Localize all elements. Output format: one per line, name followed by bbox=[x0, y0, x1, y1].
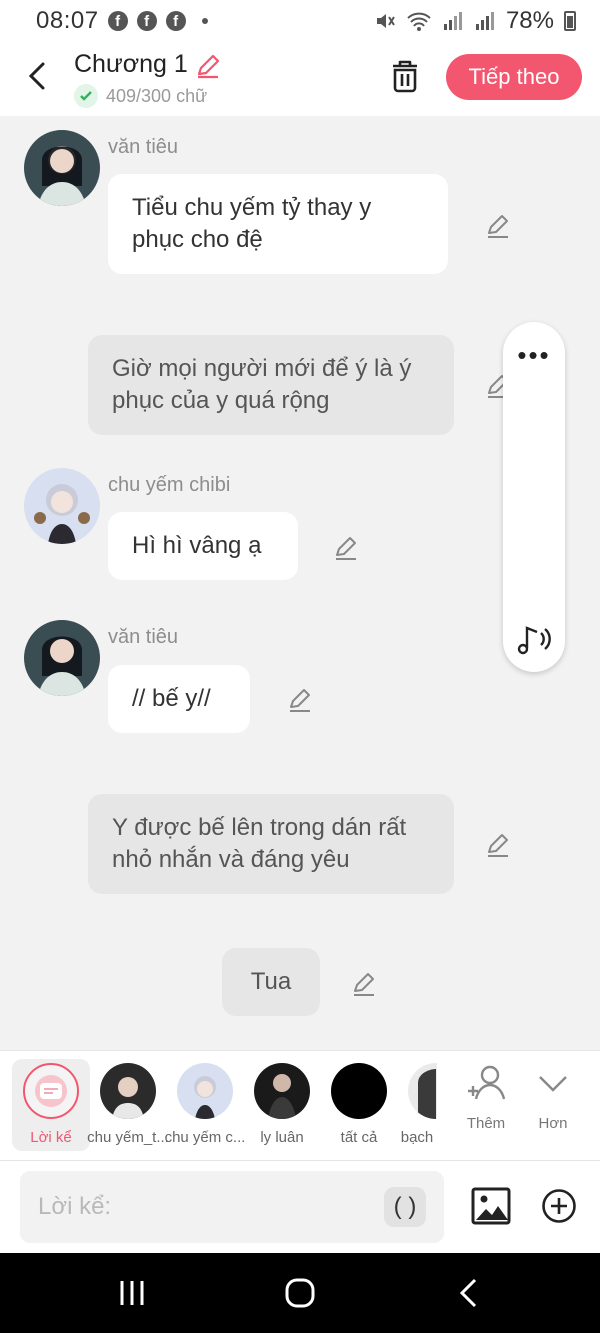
floating-toolbar: ••• bbox=[503, 322, 565, 672]
edit-title-icon[interactable] bbox=[194, 52, 222, 80]
speaker-name: văn tiêu bbox=[108, 626, 179, 648]
signal-icon bbox=[443, 12, 462, 30]
input-bar: ( ) bbox=[0, 1160, 600, 1253]
character-avatar bbox=[177, 1063, 233, 1119]
status-bar: 08:07 f f f 78% bbox=[0, 0, 600, 42]
avatar[interactable] bbox=[24, 620, 100, 696]
header: Chương 1 409/300 chữ Tiếp theo bbox=[0, 42, 600, 116]
recent-apps-button[interactable] bbox=[112, 1275, 152, 1311]
narration-bubble[interactable]: Giờ mọi người mới để ý là ý phục của y q… bbox=[88, 335, 454, 435]
mute-icon bbox=[376, 14, 395, 28]
dialogue-bubble[interactable]: Tiểu chu yếm tỷ thay y phục cho đệ bbox=[108, 174, 448, 274]
facebook-icon: f bbox=[107, 11, 128, 31]
more-label: Hơn bbox=[538, 1115, 568, 1132]
character-avatar bbox=[254, 1063, 310, 1119]
notification-dot-icon bbox=[201, 18, 208, 24]
system-nav-bar bbox=[0, 1253, 600, 1333]
character-avatar bbox=[100, 1063, 156, 1119]
back-arrow-icon bbox=[28, 62, 45, 90]
avatar[interactable] bbox=[24, 130, 100, 206]
parentheses-button[interactable]: ( ) bbox=[384, 1187, 426, 1227]
home-icon bbox=[285, 1278, 315, 1308]
character-label: bạch bbox=[400, 1129, 434, 1146]
add-label: Thêm bbox=[466, 1115, 506, 1132]
narration-bubble[interactable]: Tua bbox=[222, 948, 320, 1016]
character-narration[interactable]: Lời kể bbox=[12, 1059, 90, 1151]
home-button[interactable] bbox=[280, 1275, 320, 1311]
battery-icon bbox=[564, 11, 576, 31]
speaker-name: văn tiêu bbox=[108, 136, 179, 158]
back-button[interactable] bbox=[22, 56, 52, 96]
battery-level: 78% bbox=[505, 7, 554, 34]
character-item[interactable]: chu yếm c... bbox=[165, 1051, 245, 1161]
check-icon bbox=[74, 84, 98, 108]
word-count-row: 409/300 chữ bbox=[74, 84, 207, 108]
status-time: 08:07 bbox=[36, 7, 99, 34]
character-avatar bbox=[408, 1063, 437, 1119]
edit-icon[interactable] bbox=[286, 686, 314, 714]
image-icon[interactable] bbox=[471, 1187, 511, 1225]
dialogue-bubble[interactable]: // bế y// bbox=[108, 665, 250, 733]
character-label: tất cả bbox=[340, 1129, 378, 1146]
character-avatar bbox=[331, 1063, 387, 1119]
facebook-icon: f bbox=[136, 11, 157, 31]
narration-icon bbox=[23, 1063, 79, 1119]
next-button[interactable]: Tiếp theo bbox=[446, 54, 582, 100]
word-count: 409/300 chữ bbox=[106, 85, 208, 106]
character-item[interactable]: bạch bbox=[397, 1051, 437, 1161]
edit-icon[interactable] bbox=[484, 831, 512, 859]
music-icon[interactable] bbox=[515, 622, 555, 656]
trash-icon[interactable] bbox=[388, 58, 422, 94]
character-item[interactable]: tất cả bbox=[320, 1051, 398, 1161]
more-options-icon[interactable]: ••• bbox=[503, 340, 565, 371]
edit-icon[interactable] bbox=[332, 534, 360, 562]
system-back-button[interactable] bbox=[448, 1275, 488, 1311]
edit-icon[interactable] bbox=[484, 212, 512, 240]
character-selector: Lời kể chu yếm_t... chu yếm c... ly luân… bbox=[0, 1050, 600, 1160]
recent-apps-icon bbox=[120, 1281, 144, 1305]
narration-input[interactable] bbox=[20, 1171, 444, 1243]
edit-icon[interactable] bbox=[350, 970, 378, 998]
chevron-down-icon bbox=[539, 1076, 567, 1092]
dialogue-bubble[interactable]: Hì hì vâng ạ bbox=[108, 512, 298, 580]
character-item[interactable]: ly luân bbox=[243, 1051, 321, 1161]
add-user-icon bbox=[468, 1065, 506, 1100]
add-character-button[interactable]: Thêm bbox=[456, 1063, 516, 1132]
narration-bubble[interactable]: Y được bế lên trong dán rất nhỏ nhắn và … bbox=[88, 794, 454, 894]
character-item[interactable]: chu yếm_t... bbox=[87, 1051, 169, 1161]
chapter-title[interactable]: Chương 1 bbox=[74, 50, 188, 79]
more-characters-button[interactable]: Hơn bbox=[523, 1063, 583, 1132]
wifi-icon bbox=[407, 12, 431, 31]
back-icon bbox=[459, 1278, 477, 1308]
speaker-name: chu yếm chibi bbox=[108, 474, 231, 496]
signal-icon bbox=[475, 12, 494, 30]
facebook-icon: f bbox=[165, 11, 186, 31]
add-icon[interactable] bbox=[541, 1188, 577, 1224]
avatar[interactable] bbox=[24, 468, 100, 544]
